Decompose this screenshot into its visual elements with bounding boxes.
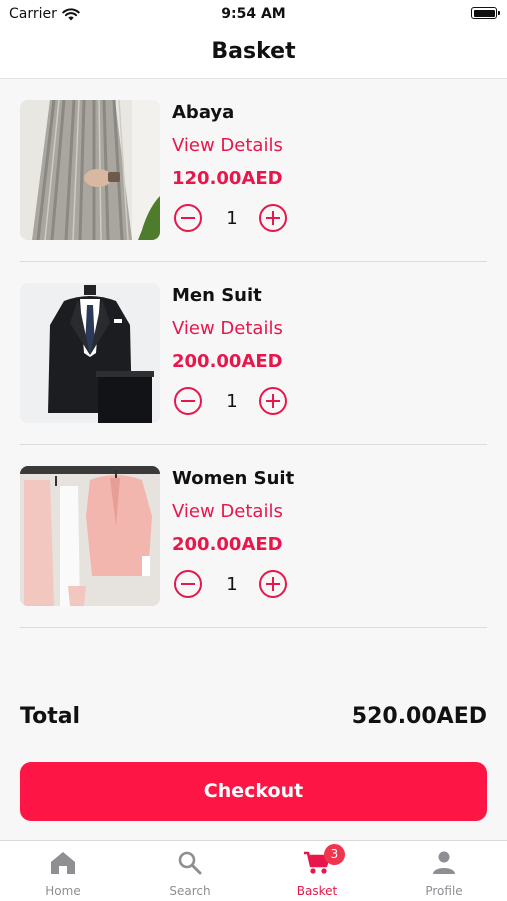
decrease-quantity-button[interactable]: [174, 387, 202, 415]
tab-label: Search: [169, 884, 211, 898]
women-suit-image[interactable]: [20, 466, 160, 606]
abaya-illustration: [20, 100, 160, 240]
women-suit-illustration: [20, 466, 160, 606]
abaya-image[interactable]: [20, 100, 160, 240]
tab-bar: Home Search 3 Basket Profile: [0, 840, 507, 901]
cart-count-badge: 3: [324, 844, 345, 865]
status-time: 9:54 AM: [221, 6, 286, 22]
men-suit-illustration: [20, 283, 160, 423]
home-icon: [51, 852, 75, 874]
tab-basket[interactable]: 3 Basket: [254, 841, 380, 901]
item-price: 200.00AED: [172, 351, 283, 372]
quantity-stepper: 1: [172, 387, 292, 421]
search-icon: [178, 851, 202, 875]
increase-quantity-button[interactable]: [259, 204, 287, 232]
view-details-link[interactable]: View Details: [172, 318, 283, 339]
item-name: Men Suit: [172, 285, 262, 306]
item-price: 120.00AED: [172, 168, 283, 189]
tab-label: Profile: [425, 884, 463, 898]
tab-profile[interactable]: Profile: [381, 841, 507, 901]
navigation-bar: Basket: [0, 28, 507, 79]
quantity-stepper: 1: [172, 570, 292, 604]
item-price: 200.00AED: [172, 534, 283, 555]
decrease-quantity-button[interactable]: [174, 570, 202, 598]
increase-quantity-button[interactable]: [259, 570, 287, 598]
tab-home[interactable]: Home: [0, 841, 126, 901]
view-details-link[interactable]: View Details: [172, 501, 283, 522]
total-amount: 520.00AED: [351, 704, 487, 729]
men-suit-image[interactable]: [20, 283, 160, 423]
total-row: Total 520.00AED: [20, 704, 487, 734]
basket-item-women-suit: Women Suit View Details 200.00AED 1: [20, 445, 487, 628]
basket-item-abaya: Abaya View Details 120.00AED 1: [20, 79, 487, 262]
checkout-button[interactable]: Checkout: [20, 762, 487, 821]
tab-search[interactable]: Search: [127, 841, 253, 901]
basket-item-men-suit: Men Suit View Details 200.00AED 1: [20, 262, 487, 445]
item-name: Women Suit: [172, 468, 295, 489]
quantity-stepper: 1: [172, 204, 292, 238]
decrease-quantity-button[interactable]: [174, 204, 202, 232]
quantity-value: 1: [226, 208, 238, 229]
tab-label: Home: [45, 884, 81, 898]
page-title: Basket: [211, 39, 296, 64]
battery-icon: [471, 7, 500, 19]
item-name: Abaya: [172, 102, 235, 123]
view-details-link[interactable]: View Details: [172, 135, 283, 156]
basket-list: Abaya View Details 120.00AED 1 Men Suit …: [20, 79, 487, 628]
quantity-value: 1: [226, 391, 238, 412]
quantity-value: 1: [226, 574, 238, 595]
increase-quantity-button[interactable]: [259, 387, 287, 415]
tab-label: Basket: [296, 884, 338, 898]
status-bar: Carrier 9:54 AM: [0, 0, 507, 28]
person-icon: [433, 851, 455, 874]
total-label: Total: [20, 704, 81, 729]
